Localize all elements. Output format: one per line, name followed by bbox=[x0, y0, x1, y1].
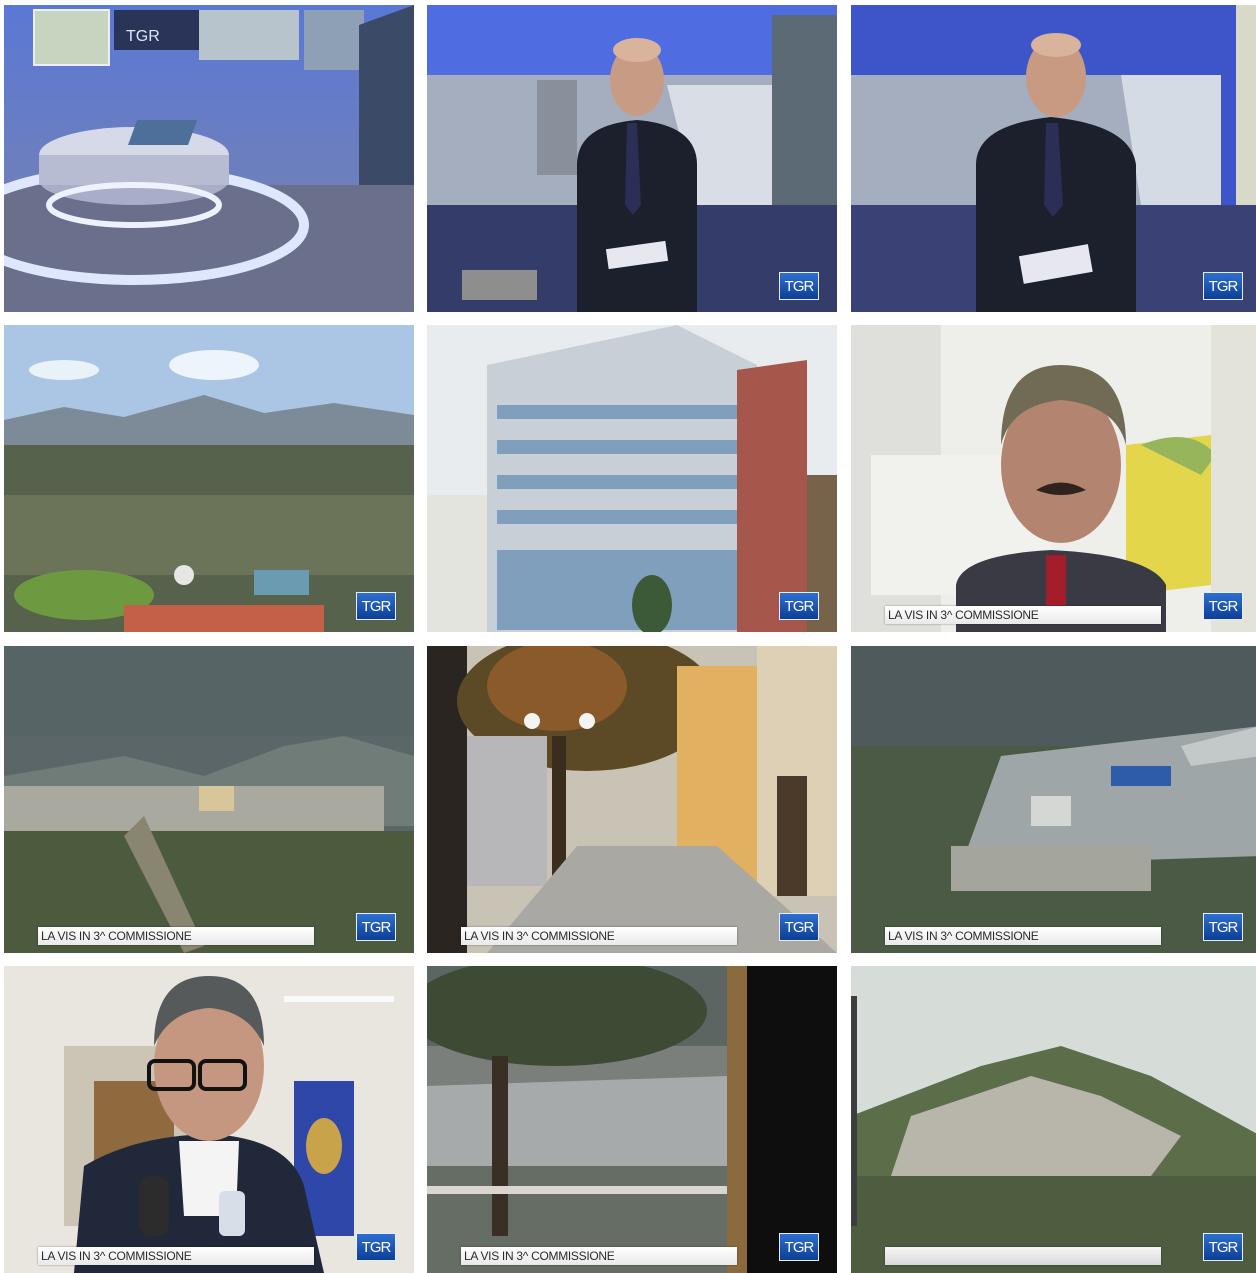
hilltown-scene bbox=[4, 646, 414, 953]
anchor-scene bbox=[427, 5, 837, 312]
street-scene bbox=[427, 646, 837, 953]
valley-scene bbox=[4, 325, 414, 632]
anchor-scene bbox=[851, 5, 1256, 312]
studio-scene: TGR bbox=[4, 5, 414, 312]
frame-valley-aerial[interactable]: TGR bbox=[4, 325, 414, 632]
tgr-logo: TGR bbox=[1203, 1233, 1243, 1261]
frame-street[interactable]: LA VIS IN 3^ COMMISSIONE TGR bbox=[427, 646, 837, 953]
lower-third-caption: LA VIS IN 3^ COMMISSIONE bbox=[885, 927, 1161, 945]
interview-scene bbox=[851, 325, 1256, 632]
tgr-logo: TGR bbox=[356, 592, 396, 620]
tgr-logo: TGR bbox=[779, 592, 819, 620]
frame-office-building[interactable]: TGR bbox=[427, 325, 837, 632]
tgr-logo: TGR bbox=[779, 1233, 819, 1261]
video-frame-grid: TGR TGR TGR TGR TGR LA VIS IN 3^ COMMISS… bbox=[0, 0, 1256, 1273]
industry-scene bbox=[851, 646, 1256, 953]
mountain-scene bbox=[851, 966, 1256, 1273]
tgr-logo: TGR bbox=[356, 1233, 396, 1261]
lower-third-caption: LA VIS IN 3^ COMMISSIONE bbox=[461, 927, 737, 945]
tgr-logo: TGR bbox=[1203, 913, 1243, 941]
tgr-logo: TGR bbox=[1203, 592, 1243, 620]
lower-third-caption: LA VIS IN 3^ COMMISSIONE bbox=[885, 606, 1161, 624]
frame-studio-desk[interactable]: TGR bbox=[4, 5, 414, 312]
building-scene bbox=[427, 325, 837, 632]
balcony-scene bbox=[427, 966, 837, 1273]
interview-scene bbox=[4, 966, 414, 1273]
tgr-logo: TGR bbox=[779, 272, 819, 300]
lower-third-caption: LA VIS IN 3^ COMMISSIONE bbox=[38, 927, 314, 945]
frame-mountain-town[interactable]: TGR bbox=[851, 966, 1256, 1273]
frame-industrial-plant[interactable]: LA VIS IN 3^ COMMISSIONE TGR bbox=[851, 646, 1256, 953]
tgr-logo: TGR bbox=[356, 913, 396, 941]
lower-third-caption: LA VIS IN 3^ COMMISSIONE bbox=[38, 1247, 314, 1265]
lower-third-blank bbox=[885, 1247, 1161, 1265]
frame-balcony-view[interactable]: LA VIS IN 3^ COMMISSIONE TGR bbox=[427, 966, 837, 1273]
frame-anchor-reading[interactable]: TGR bbox=[851, 5, 1256, 312]
lower-third-caption: LA VIS IN 3^ COMMISSIONE bbox=[461, 1247, 737, 1265]
tgr-logo: TGR bbox=[1203, 272, 1243, 300]
frame-anchor-standing[interactable]: TGR bbox=[427, 5, 837, 312]
svg-text:TGR: TGR bbox=[126, 28, 160, 45]
frame-hill-town[interactable]: LA VIS IN 3^ COMMISSIONE TGR bbox=[4, 646, 414, 953]
frame-interview-1[interactable]: LA VIS IN 3^ COMMISSIONE TGR bbox=[851, 325, 1256, 632]
frame-interview-2[interactable]: LA VIS IN 3^ COMMISSIONE TGR bbox=[4, 966, 414, 1273]
tgr-logo: TGR bbox=[779, 913, 819, 941]
